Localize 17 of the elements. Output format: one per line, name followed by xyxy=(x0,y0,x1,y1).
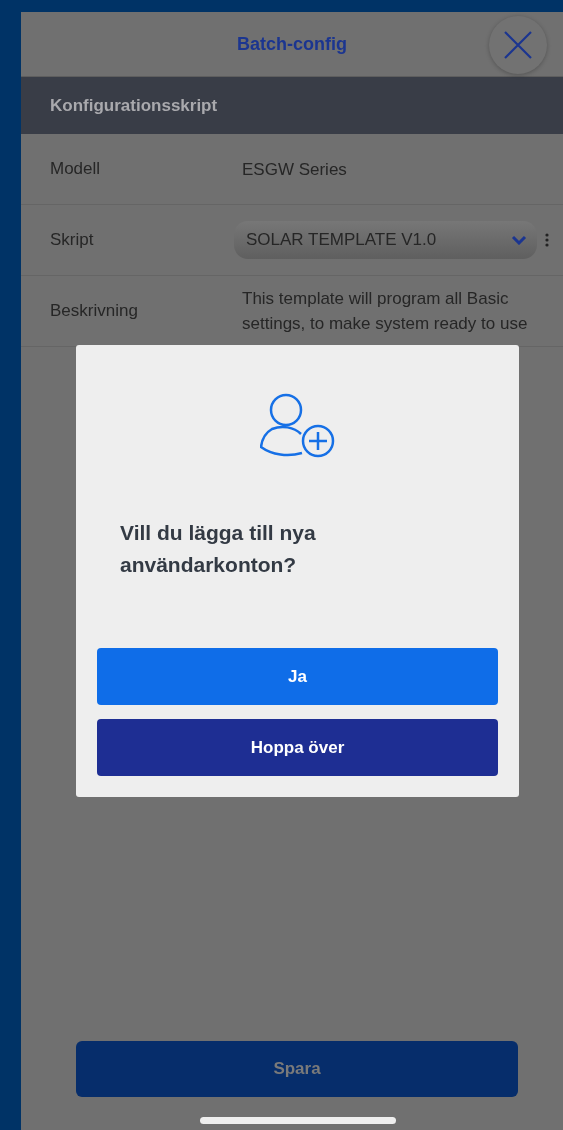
dialog-question: Vill du lägga till nya användarkonton? xyxy=(120,520,317,578)
page-title: Batch-config xyxy=(237,33,347,55)
section-title: Konfigurationsskript xyxy=(50,95,218,116)
field-label: Beskrivning xyxy=(50,301,139,321)
chevron-down-icon xyxy=(511,235,527,245)
field-label: Skript xyxy=(50,230,95,250)
add-user-icon xyxy=(259,393,336,459)
close-button[interactable] xyxy=(489,16,547,74)
script-dropdown[interactable]: SOLAR TEMPLATE V1.0 xyxy=(234,221,537,259)
confirm-button[interactable]: Ja xyxy=(97,648,498,705)
skip-button[interactable]: Hoppa över xyxy=(97,719,498,776)
more-icon[interactable] xyxy=(545,233,549,247)
field-value: This template will program all Basic settings, to make system ready to use xyxy=(242,288,529,335)
save-button[interactable]: Spara xyxy=(76,1041,518,1097)
field-value: ESGW Series xyxy=(242,158,348,181)
close-icon xyxy=(503,30,533,60)
field-label: Modell xyxy=(50,159,102,179)
